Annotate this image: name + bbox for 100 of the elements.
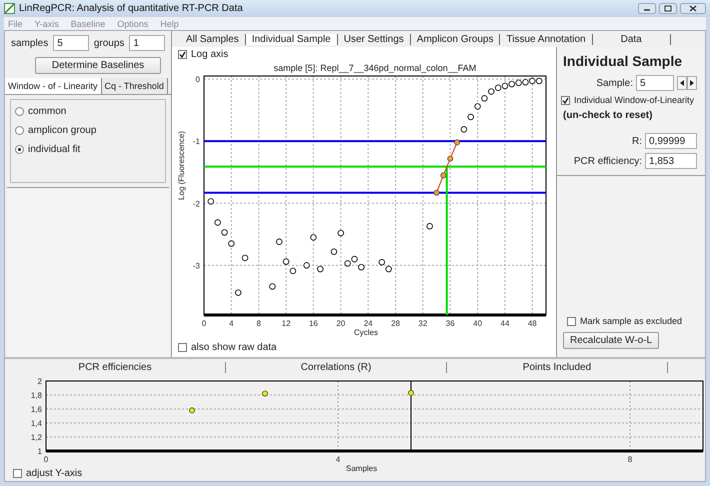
tick-label: 4 [336, 455, 340, 464]
tick-label: 8 [628, 455, 632, 464]
data-point [440, 172, 446, 178]
minimize-icon[interactable] [638, 3, 656, 14]
tick-label: 8 [256, 319, 261, 328]
data-point [303, 262, 310, 269]
data-point [454, 139, 460, 146]
data-point [338, 230, 344, 236]
data-point [358, 264, 365, 270]
radio-button[interactable] [15, 126, 24, 135]
radio-label: individual fit [28, 144, 80, 155]
data-point [468, 114, 474, 120]
tab[interactable]: Points Included [447, 362, 668, 372]
field-label: groups [94, 38, 124, 48]
r-field[interactable]: 0,99999 [645, 133, 697, 149]
data-point [189, 407, 195, 414]
window-title: LinRegPCR: Analysis of quantitative RT-PCR Data [19, 3, 244, 14]
field-label: PCR efficiency: [574, 156, 642, 166]
tab[interactable]: Amplicon Groups [410, 34, 500, 44]
tab[interactable]: Individual Sample [246, 34, 338, 44]
tab[interactable]: Cq - Threshold [102, 78, 168, 94]
tick-label: 4 [229, 319, 234, 328]
groups-field[interactable]: 1 [129, 35, 165, 51]
checkbox-label: Individual Window-of-Linearity [574, 95, 694, 105]
determine-baselines-button[interactable]: Determine Baselines [35, 57, 161, 74]
radio-button[interactable] [15, 145, 24, 154]
checkbox-label: also show raw data [191, 342, 277, 353]
radio-button[interactable] [15, 107, 24, 116]
checkbox[interactable] [567, 316, 576, 326]
tab[interactable]: Window - of - Linearity [5, 78, 102, 94]
tick-label: 32 [418, 319, 428, 328]
left-arrow-icon [680, 80, 684, 86]
axis-title: Log (Fluorescence) [177, 131, 186, 200]
data-point [228, 240, 235, 247]
sample-field[interactable]: 5 [636, 75, 674, 91]
hint-text: (un-check to reset) [562, 109, 654, 123]
data-point [310, 234, 317, 241]
tab[interactable]: Correlations (R) [226, 362, 447, 372]
previous-button[interactable] [677, 76, 687, 90]
tick-label: 48 [528, 319, 537, 328]
data-point [317, 266, 324, 272]
radio-label: amplicon group [28, 125, 96, 136]
next-button[interactable] [687, 76, 697, 90]
tick-label: 12 [282, 319, 291, 328]
close-icon[interactable] [680, 3, 706, 14]
radio-label: common [28, 106, 66, 117]
tick-label: 0 [196, 75, 200, 84]
checkbox[interactable] [561, 96, 570, 104]
data-point [290, 268, 296, 274]
data-point [262, 390, 268, 397]
checkbox[interactable] [178, 343, 187, 352]
chart-title: sample [5]: Repl__7__346pd_normal_colon__FAM [274, 63, 476, 73]
data-point [214, 219, 221, 226]
tab[interactable]: Tissue Annotation [500, 34, 593, 44]
data-point [447, 156, 454, 162]
checkbox-label: Log axis [191, 49, 228, 60]
checkbox[interactable] [178, 50, 187, 59]
tick-label: 20 [336, 319, 346, 328]
efficiency-field[interactable]: 1,853 [645, 153, 697, 169]
checkbox-label: adjust Y-axis [26, 468, 82, 479]
tick-label: 2 [38, 377, 42, 386]
tick-label: 1,8 [30, 391, 42, 400]
data-point [434, 190, 440, 196]
panel-title: Individual Sample [562, 52, 684, 71]
tick-label: 16 [308, 319, 318, 328]
tick-label: 28 [391, 319, 400, 328]
tick-label: 44 [500, 319, 510, 328]
data-point [408, 390, 414, 396]
tab[interactable]: User Settings [338, 34, 411, 44]
tick-label: 36 [446, 319, 455, 328]
tick-label: 24 [364, 319, 373, 328]
samples-field[interactable]: 5 [53, 35, 89, 51]
checkbox[interactable] [13, 469, 22, 478]
data-point [460, 126, 468, 133]
tick-label: 1 [38, 447, 42, 456]
data-point [208, 198, 214, 205]
checkbox-label: Mark sample as excluded [580, 316, 682, 326]
tick-label: -3 [192, 261, 200, 270]
data-point [426, 223, 433, 230]
tick-label: -1 [192, 137, 200, 146]
tick-label: 1,4 [30, 419, 42, 428]
marker-line [410, 380, 412, 452]
field-label: samples [11, 38, 48, 48]
recalculate-button[interactable]: Recalculate W-o-L [563, 332, 660, 349]
maximize-icon[interactable] [659, 3, 677, 14]
tab[interactable]: PCR efficiencies [5, 362, 226, 372]
tick-label: 0 [44, 455, 48, 464]
data-point [242, 254, 248, 262]
data-point [330, 248, 338, 255]
tick-label: 0 [202, 319, 206, 328]
axis-title: Cycles [354, 328, 378, 337]
field-label: Sample: [596, 78, 633, 88]
data-point [269, 283, 276, 290]
tick-label: -2 [192, 199, 200, 208]
data-point [282, 258, 290, 265]
tick-label: 40 [473, 319, 482, 328]
field-label: R: [632, 136, 642, 146]
app-icon [4, 3, 15, 14]
tab[interactable]: Data [592, 34, 671, 44]
right-arrow-icon [690, 80, 694, 86]
